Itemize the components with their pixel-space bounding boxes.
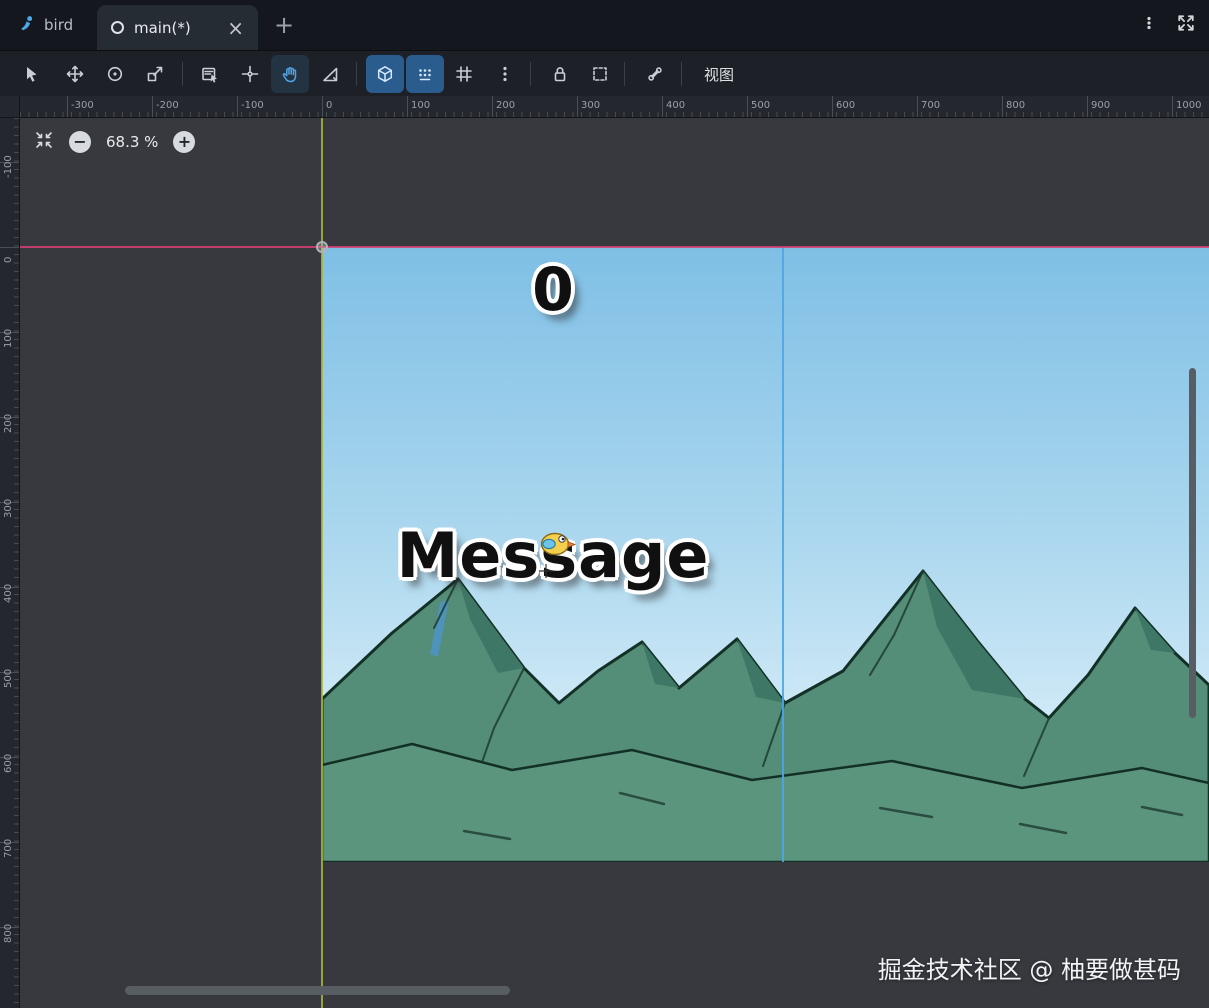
position-gizmo-cross[interactable]: [539, 563, 553, 577]
snap-options-menu-icon[interactable]: [486, 55, 524, 93]
ruler-label: 300: [3, 499, 14, 518]
scene-node-icon: [111, 21, 124, 34]
ruler-label: 500: [3, 669, 14, 688]
rotate-tool-button[interactable]: [96, 55, 134, 93]
ruler-label: 400: [3, 584, 14, 603]
close-tab-icon[interactable]: ×: [227, 18, 244, 38]
ruler-tick: [917, 96, 918, 117]
ruler-corner: [0, 96, 20, 118]
origin-handle[interactable]: [316, 241, 328, 253]
ruler-label: 1000: [1176, 100, 1201, 111]
list-select-tool-button[interactable]: [191, 55, 229, 93]
project-tab-bird[interactable]: bird: [18, 0, 73, 50]
tab-main-label: main(*): [134, 19, 191, 37]
ruler-label: 900: [1091, 100, 1110, 111]
pan-tool-button[interactable]: [271, 55, 309, 93]
ruler-label: 700: [3, 839, 14, 858]
ruler-tick: [1172, 96, 1173, 117]
tab-bar: bird main(*) × +: [0, 0, 1209, 50]
center-view-icon[interactable]: [34, 130, 54, 154]
select-tool-button[interactable]: [12, 55, 50, 93]
ruler-tick: [322, 96, 323, 117]
ruler-tick: [662, 96, 663, 117]
scene-viewport[interactable]: 0 Message: [322, 247, 1209, 862]
ruler-tick: [407, 96, 408, 117]
ruler-label: 200: [496, 100, 515, 111]
toolbar-separator: [356, 62, 357, 86]
ruler-tick: [1087, 96, 1088, 117]
toolbar-separator: [681, 62, 682, 86]
ruler-tick: [492, 96, 493, 117]
camera-limit-line: [782, 247, 784, 862]
move-tool-button[interactable]: [56, 55, 94, 93]
toolbar: 视图: [0, 50, 1209, 96]
ruler-label: 100: [3, 329, 14, 348]
ruler-tick: [747, 96, 748, 117]
ruler-tick: [577, 96, 578, 117]
ruler-label: 600: [3, 754, 14, 773]
grid-snap-button[interactable]: [406, 55, 444, 93]
zoom-out-button[interactable]: −: [69, 131, 91, 153]
toolbar-separator: [624, 62, 625, 86]
skeleton-bone-button[interactable]: [636, 55, 674, 93]
smart-snap-button[interactable]: [366, 55, 404, 93]
tabbar-right-actions: [1141, 0, 1195, 50]
ruler-label: -200: [156, 100, 179, 111]
ruler-top: -300 -200 -100 0 100 200 300 400 500 600…: [20, 96, 1209, 118]
ruler-tick: [237, 96, 238, 117]
lock-node-button[interactable]: [541, 55, 579, 93]
watermark: 掘金技术社区 @ 柚要做甚码: [878, 950, 1181, 985]
x-axis-guide-line: [20, 246, 1209, 248]
ruler-tick: [152, 96, 153, 117]
ruler-tick: [1002, 96, 1003, 117]
run-figure-icon: [18, 15, 35, 36]
ruler-tick: [832, 96, 833, 117]
ruler-tick: [0, 247, 19, 248]
canvas[interactable]: 0 Message: [20, 118, 1209, 1008]
ruler-label: 800: [1006, 100, 1025, 111]
ruler-label: -100: [241, 100, 264, 111]
pivot-tool-button[interactable]: [231, 55, 269, 93]
grid-config-button[interactable]: [445, 55, 483, 93]
tab-main[interactable]: main(*) ×: [97, 5, 258, 50]
horizontal-scrollbar-thumb[interactable]: [125, 986, 510, 995]
toolbar-separator: [182, 62, 183, 86]
ruler-label: 400: [666, 100, 685, 111]
ruler-label: -300: [71, 100, 94, 111]
ruler-tick: [67, 96, 68, 117]
ruler-label: 700: [921, 100, 940, 111]
group-node-button[interactable]: [581, 55, 619, 93]
ruler-label: 0: [326, 100, 332, 111]
scale-tool-button[interactable]: [136, 55, 174, 93]
more-menu-icon[interactable]: [1141, 15, 1157, 35]
project-tab-label: bird: [44, 16, 73, 34]
zoom-in-button[interactable]: +: [173, 131, 195, 153]
ruler-tool-button[interactable]: [311, 55, 349, 93]
ruler-label: 200: [3, 414, 14, 433]
editor-window: bird main(*) × +: [0, 0, 1209, 1008]
bird-sprite[interactable]: [536, 526, 576, 560]
score-label[interactable]: 0: [322, 255, 784, 325]
vertical-scrollbar-thumb[interactable]: [1189, 368, 1196, 718]
ruler-left: -100 0 100 200 300 400 500 600 700 800: [0, 118, 20, 1008]
ruler-label: 100: [411, 100, 430, 111]
ruler-label: 600: [836, 100, 855, 111]
ruler-label: 300: [581, 100, 600, 111]
ruler-label: 0: [3, 257, 14, 263]
toolbar-separator: [530, 62, 531, 86]
ruler-label: 500: [751, 100, 770, 111]
new-tab-button[interactable]: +: [269, 0, 299, 50]
fullscreen-icon[interactable]: [1177, 14, 1195, 36]
ruler-label: -100: [3, 155, 14, 178]
view-menu[interactable]: 视图: [690, 55, 748, 93]
ruler-label: 800: [3, 924, 14, 943]
zoom-controls: − 68.3 % +: [34, 130, 195, 154]
zoom-percentage[interactable]: 68.3 %: [106, 133, 158, 151]
